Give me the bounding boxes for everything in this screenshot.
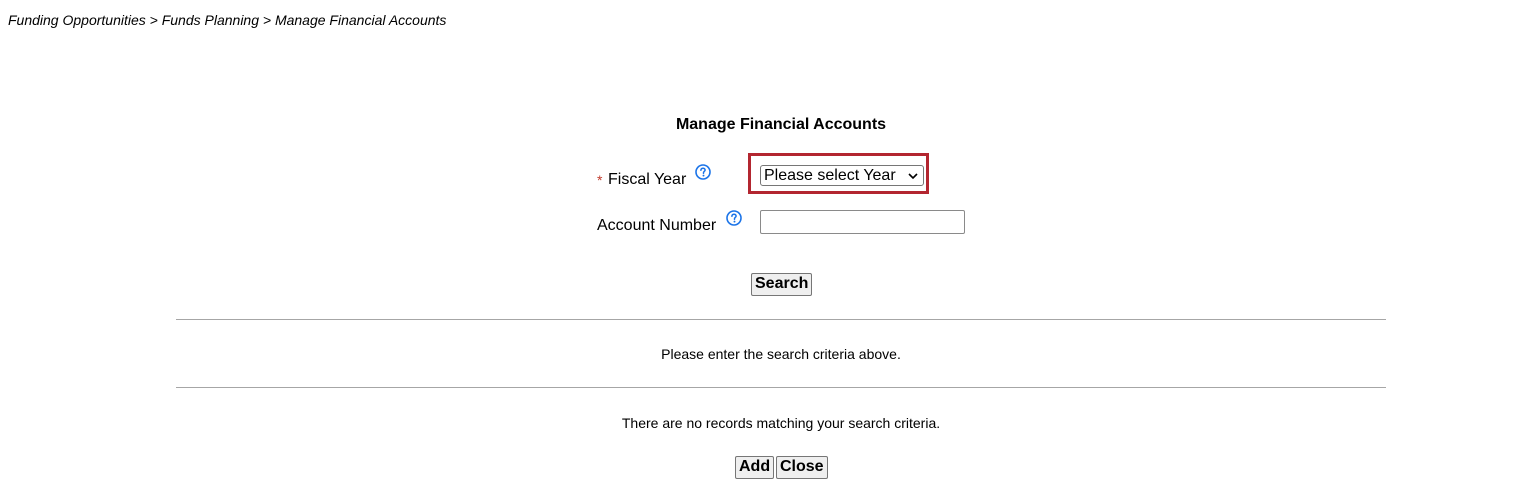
fiscal-year-select[interactable]: Please select Year — [760, 165, 924, 186]
breadcrumb: Funding Opportunities > Funds Planning >… — [8, 12, 447, 28]
close-button[interactable]: Close — [776, 456, 828, 479]
account-number-help-icon[interactable] — [726, 210, 742, 226]
account-number-label: Account Number — [597, 217, 717, 234]
fiscal-year-select-value: Please select Year — [764, 167, 896, 184]
divider — [176, 387, 1386, 388]
fiscal-year-help-icon[interactable] — [695, 164, 711, 180]
divider — [176, 319, 1386, 320]
add-button[interactable]: Add — [735, 456, 775, 479]
required-marker: * — [597, 172, 603, 188]
search-button[interactable]: Search — [751, 273, 813, 296]
page: Funding Opportunities > Funds Planning >… — [0, 0, 1536, 488]
chevron-down-icon — [908, 173, 918, 180]
search-criteria-message: Please enter the search criteria above. — [661, 346, 901, 362]
no-records-message: There are no records matching your searc… — [621, 415, 941, 431]
fiscal-year-label: Fiscal Year — [608, 171, 687, 188]
page-title: Manage Financial Accounts — [675, 116, 887, 133]
account-number-input[interactable] — [760, 210, 965, 234]
